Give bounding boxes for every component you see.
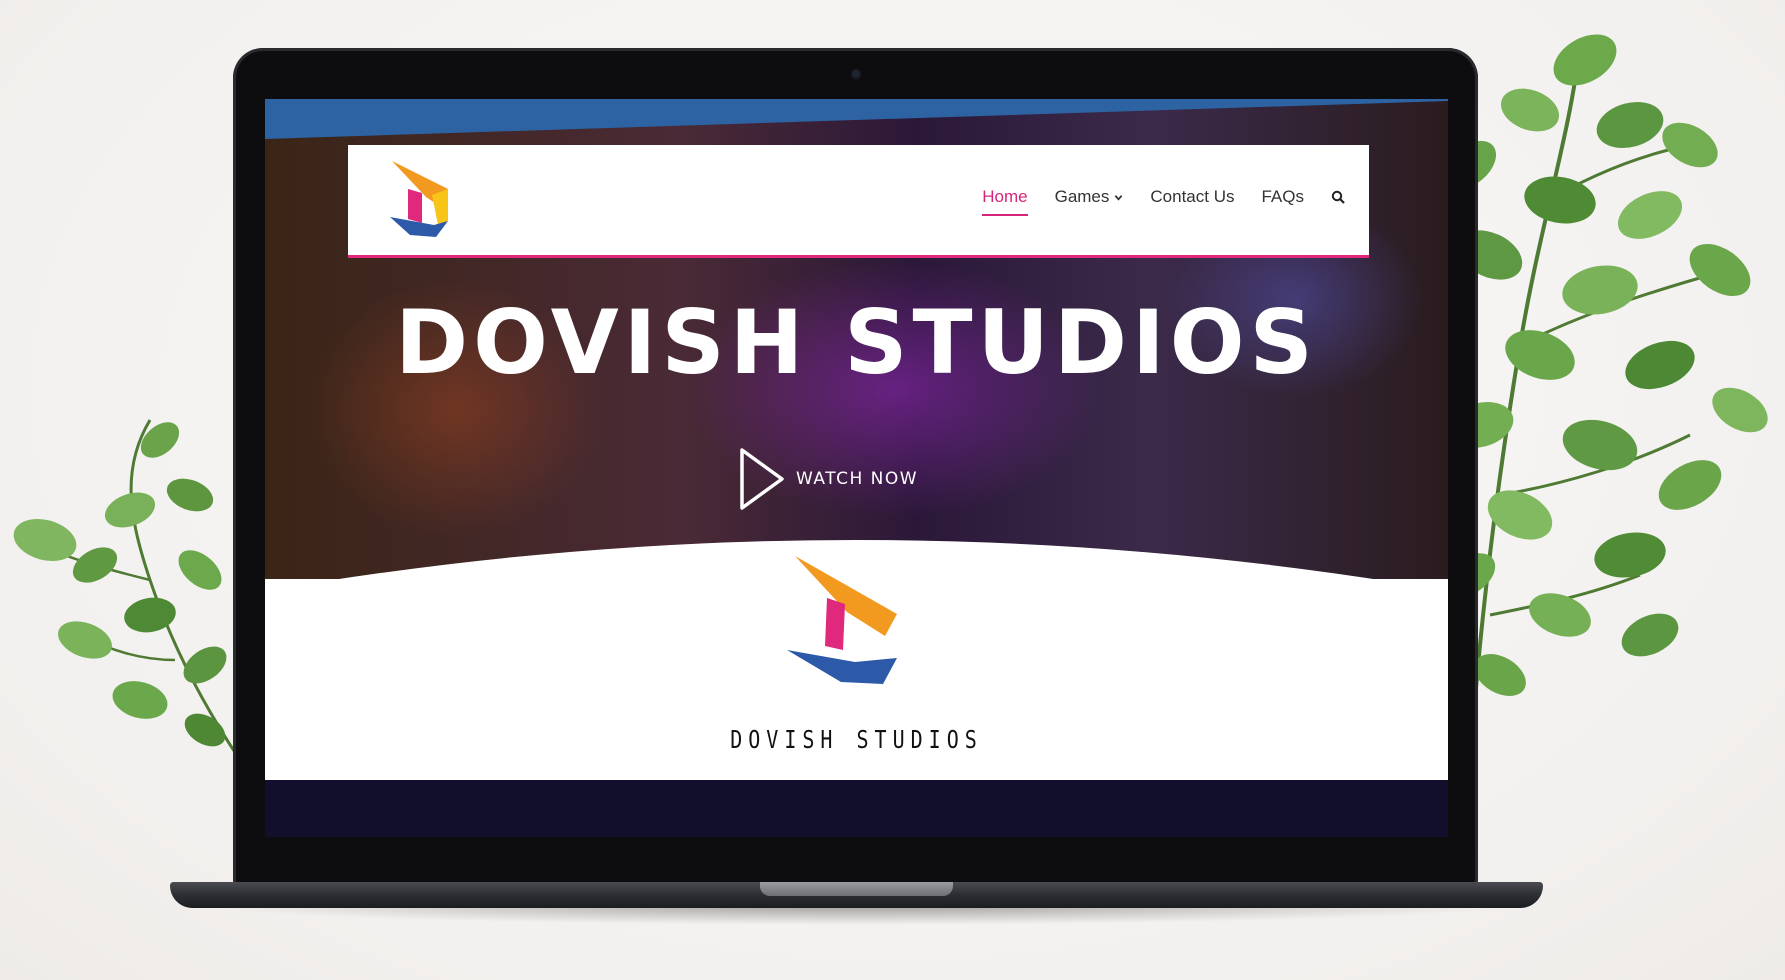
nav-item-faqs[interactable]: FAQs — [1261, 187, 1304, 207]
brand-section: DOVISH STUDIOS — [265, 556, 1448, 779]
laptop-hinge-notch — [760, 882, 953, 896]
nav-item-games[interactable]: Games — [1055, 187, 1124, 207]
laptop-shadow — [200, 905, 1513, 925]
nav-item-home[interactable]: Home — [982, 187, 1028, 216]
watch-now-button[interactable]: WATCH NOW — [738, 446, 918, 512]
play-icon — [740, 448, 784, 510]
top-diagonal-band — [265, 99, 1448, 139]
search-icon — [1331, 190, 1345, 204]
watch-now-label: WATCH NOW — [796, 469, 919, 489]
search-button[interactable] — [1331, 190, 1345, 204]
nav-item-label: Games — [1054, 187, 1110, 206]
hero-section: Home Games Contact Us FAQs DOVISH STUDIO… — [265, 99, 1448, 579]
brand-logo — [787, 556, 897, 684]
plant-left-illustration — [13, 419, 242, 761]
header-nav-bar: Home Games Contact Us FAQs — [348, 145, 1369, 258]
webcam — [851, 70, 860, 78]
chevron-down-icon — [1115, 194, 1123, 201]
nav-item-contact-us[interactable]: Contact Us — [1150, 187, 1234, 207]
nav-item-label: FAQs — [1261, 187, 1304, 206]
hero-title: DOVISH STUDIOS — [395, 291, 1318, 394]
brand-wordmark: DOVISH STUDIOS — [730, 724, 983, 754]
main-menu: Home Games Contact Us FAQs — [955, 187, 1345, 216]
footer-strip — [265, 780, 1448, 837]
site-logo[interactable] — [386, 159, 458, 239]
nav-item-label: Home — [982, 187, 1028, 206]
nav-item-label: Contact Us — [1150, 187, 1235, 206]
laptop-screen: Home Games Contact Us FAQs DOVISH STUDIO… — [265, 99, 1448, 837]
product-mockup: Home Games Contact Us FAQs DOVISH STUDIO… — [0, 0, 1785, 980]
